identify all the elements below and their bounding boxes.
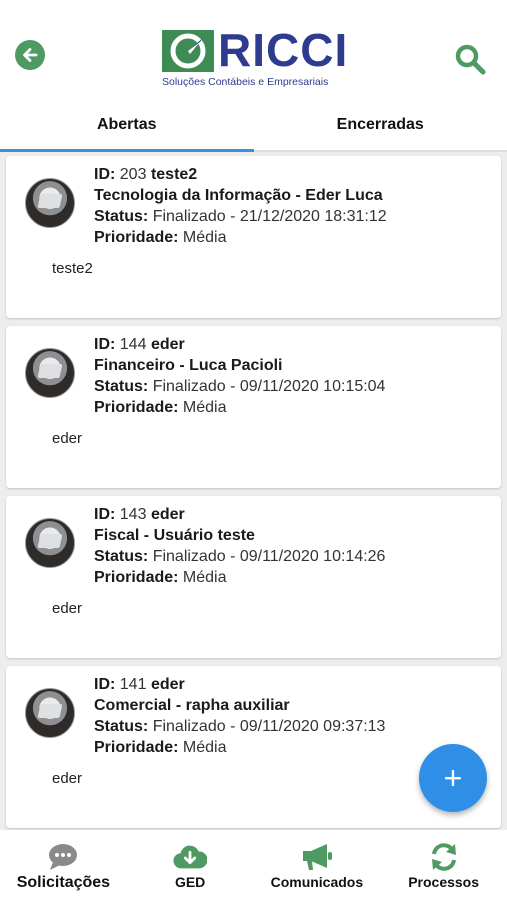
compass-logo-icon <box>162 30 214 72</box>
ticket-id: 144 <box>119 336 147 353</box>
avatar <box>25 518 75 568</box>
search-icon <box>455 44 486 75</box>
ticket-priority: Média <box>182 229 227 246</box>
ticket-message: eder <box>52 600 83 617</box>
ticket-status: Finalizado - 09/11/2020 10:15:04 <box>152 378 386 395</box>
ticket-user: teste2 <box>150 166 198 183</box>
chat-icon <box>49 844 78 870</box>
nav-label: GED <box>174 874 206 890</box>
brand-name: RICCI <box>218 24 349 76</box>
ticket-status: Finalizado - 21/12/2020 18:31:12 <box>152 208 387 225</box>
ticket-id: 141 <box>119 676 147 693</box>
priority-label: Prioridade: <box>94 569 179 586</box>
ticket-list: ID: 203 teste2 Tecnologia da Informação … <box>0 154 507 830</box>
plus-icon: + <box>443 759 463 796</box>
status-tabs: Abertas Encerradas <box>0 100 507 152</box>
nav-label: Processos <box>408 874 480 890</box>
nav-item-solicitacoes[interactable]: Solicitações <box>0 830 127 900</box>
ticket-title: Financeiro - Luca Pacioli <box>94 357 283 374</box>
brand-logo: RICCI Soluções Contábeis e Empresariais <box>160 24 350 92</box>
ticket-card[interactable]: ID: 141 eder Comercial - rapha auxiliar … <box>6 666 501 828</box>
ticket-card[interactable]: ID: 143 eder Fiscal - Usuário teste Stat… <box>6 496 501 658</box>
ticket-priority: Média <box>182 739 227 756</box>
arrow-left-icon <box>23 48 38 62</box>
priority-label: Prioridade: <box>94 399 179 416</box>
ticket-status: Finalizado - 09/11/2020 09:37:13 <box>152 718 386 735</box>
ticket-id: 143 <box>119 506 147 523</box>
tab-abertas[interactable]: Abertas <box>0 100 254 152</box>
nav-label: Comunicados <box>270 874 364 890</box>
ticket-message: eder <box>52 770 83 787</box>
ticket-status: Finalizado - 09/11/2020 10:14:26 <box>152 548 386 565</box>
ticket-card[interactable]: ID: 203 teste2 Tecnologia da Informação … <box>6 156 501 318</box>
search-button[interactable] <box>453 42 487 76</box>
avatar <box>25 178 75 228</box>
ticket-message: eder <box>52 430 83 447</box>
back-button[interactable] <box>15 40 45 70</box>
tab-encerradas[interactable]: Encerradas <box>254 100 507 150</box>
add-ticket-button[interactable]: + <box>419 744 487 812</box>
priority-label: Prioridade: <box>94 739 179 756</box>
ticket-user: eder <box>150 506 185 523</box>
nav-item-comunicados[interactable]: Comunicados <box>254 830 381 900</box>
id-label: ID: <box>94 336 116 353</box>
refresh-icon <box>431 843 456 871</box>
ticket-title: Tecnologia da Informação - Eder Luca <box>94 187 383 204</box>
bottom-nav: Solicitações GED Comunicados Processos <box>0 830 507 900</box>
ticket-id: 203 <box>119 166 147 183</box>
nav-item-ged[interactable]: GED <box>127 830 254 900</box>
brand-tagline: Soluções Contábeis e Empresariais <box>162 76 329 88</box>
megaphone-icon <box>302 844 332 870</box>
ticket-title: Fiscal - Usuário teste <box>94 527 255 544</box>
status-label: Status: <box>94 208 149 225</box>
avatar <box>25 348 75 398</box>
ticket-message: teste2 <box>52 260 93 277</box>
cloud-download-icon <box>173 845 208 869</box>
ticket-user: eder <box>150 336 185 353</box>
nav-item-processos[interactable]: Processos <box>380 830 507 900</box>
status-label: Status: <box>94 378 149 395</box>
ticket-priority: Média <box>182 569 227 586</box>
app-header: RICCI Soluções Contábeis e Empresariais <box>0 0 507 100</box>
ticket-priority: Média <box>182 399 227 416</box>
status-label: Status: <box>94 548 149 565</box>
ticket-user: eder <box>150 676 185 693</box>
avatar <box>25 688 75 738</box>
id-label: ID: <box>94 506 116 523</box>
id-label: ID: <box>94 676 116 693</box>
ticket-card[interactable]: ID: 144 eder Financeiro - Luca Pacioli S… <box>6 326 501 488</box>
nav-label: Solicitações <box>16 874 111 891</box>
priority-label: Prioridade: <box>94 229 179 246</box>
id-label: ID: <box>94 166 116 183</box>
ticket-title: Comercial - rapha auxiliar <box>94 697 290 714</box>
status-label: Status: <box>94 718 149 735</box>
